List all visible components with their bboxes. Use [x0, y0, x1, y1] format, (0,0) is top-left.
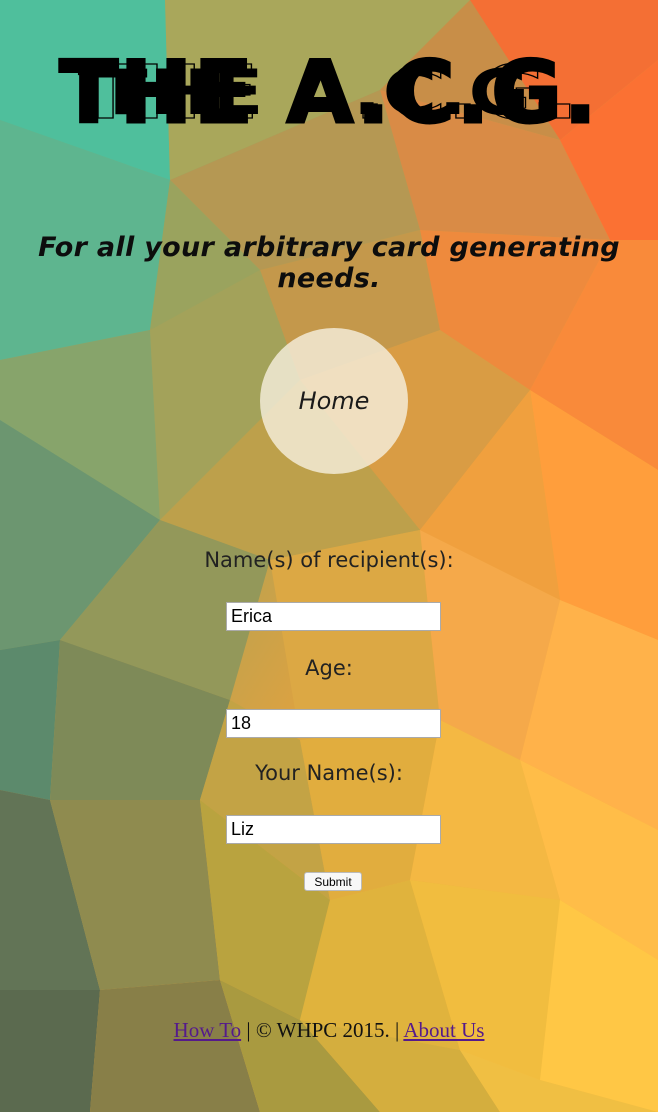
site-title: THE A.C.G.	[97, 56, 561, 129]
age-label: Age:	[305, 656, 353, 680]
home-button[interactable]: Home	[260, 328, 408, 474]
footer: How To | © WHPC 2015. | About Us	[0, 1018, 658, 1043]
recipient-input[interactable]	[226, 602, 441, 631]
page-root: THE A.C.G. THE A.C.G. THE A.C.G. For all…	[0, 0, 658, 1112]
your-name-label: Your Name(s):	[255, 761, 403, 785]
footer-copyright: | © WHPC 2015. |	[241, 1018, 404, 1042]
how-to-link[interactable]: How To	[174, 1018, 242, 1042]
about-us-link[interactable]: About Us	[403, 1018, 484, 1042]
recipient-label: Name(s) of recipient(s):	[204, 548, 454, 572]
tagline: For all your arbitrary card generating n…	[38, 232, 620, 294]
your-name-input[interactable]	[226, 815, 441, 844]
age-input[interactable]	[226, 709, 441, 738]
submit-button[interactable]: Submit	[304, 872, 362, 891]
